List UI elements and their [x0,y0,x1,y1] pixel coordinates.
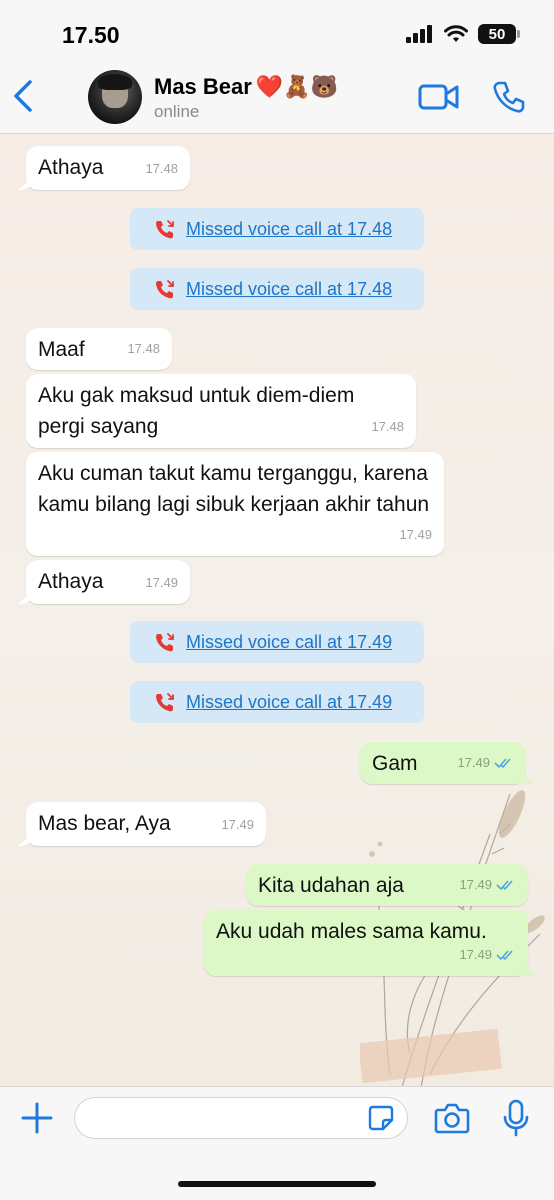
message-outgoing[interactable]: Kita udahan aja 17.49 [246,864,528,906]
back-chevron-icon [14,80,32,112]
message-incoming[interactable]: Mas bear, Aya 17.49 [26,802,266,846]
message-time: 17.49 [457,755,490,770]
message-text: Athaya [38,570,104,593]
read-ticks-icon [494,757,511,768]
read-ticks-icon [496,949,513,960]
message-time: 17.49 [399,527,432,542]
missed-call-text: Missed voice call at 17.48 [186,278,393,299]
status-icons: 50 [406,24,520,44]
message-time: 17.49 [459,947,492,962]
missed-call-text: Missed voice call at 17.48 [186,218,393,239]
video-call-icon [418,84,459,110]
missed-call-notice[interactable]: Missed voice call at 17.48 [130,208,424,250]
message-text: Aku gak maksud untuk diem-diem pergi say… [38,384,355,438]
input-bar [0,1086,554,1200]
message-time-wrapper: 17.49 [459,939,516,970]
message-incoming[interactable]: Aku cuman takut kamu terganggu, karena k… [26,452,444,556]
contact-name[interactable]: Mas Bear ❤️🧸🐻 [154,74,338,100]
microphone-icon [503,1099,529,1137]
attach-button[interactable] [20,1101,54,1135]
video-call-button[interactable] [418,82,460,112]
phone-call-icon [493,81,525,113]
avatar[interactable] [88,70,142,124]
status-bar: 17.50 50 [0,0,554,62]
sticker-button[interactable] [368,1105,394,1131]
message-incoming[interactable]: Athaya 17.49 [26,560,190,604]
message-incoming[interactable]: Maaf 17.48 [26,328,172,370]
back-button[interactable] [8,76,40,116]
home-indicator[interactable] [178,1181,376,1187]
missed-call-icon [156,220,174,239]
microphone-button[interactable] [502,1099,530,1137]
message-time: 17.48 [127,341,160,356]
message-time-wrapper: 17.49 [457,747,514,778]
message-incoming[interactable]: Aku gak maksud untuk diem-diem pergi say… [26,374,416,448]
camera-icon [434,1103,470,1134]
message-text: Maaf [38,338,85,361]
message-time: 17.48 [145,161,178,176]
message-time: 17.49 [145,575,178,590]
read-ticks-icon [496,879,513,890]
signal-icon [406,25,432,43]
message-time-wrapper: 17.49 [459,869,516,900]
message-text: Aku udah males sama kamu. [216,920,487,943]
missed-call-icon [156,280,174,299]
status-time: 17.50 [62,22,120,48]
message-time: 17.49 [459,877,492,892]
message-text: Mas bear, Aya [38,812,171,835]
contact-status: online [154,102,200,121]
message-time: 17.49 [221,817,254,832]
message-outgoing[interactable]: Gam 17.49 [360,742,526,784]
missed-call-notice[interactable]: Missed voice call at 17.49 [130,621,424,663]
plus-icon [21,1102,53,1134]
message-input[interactable] [74,1097,408,1139]
wifi-icon [444,25,468,42]
sticker-icon [368,1105,394,1131]
message-text: Aku cuman takut kamu terganggu, karena k… [38,462,430,516]
voice-call-button[interactable] [492,80,526,114]
battery-indicator: 50 [478,24,520,44]
message-time: 17.48 [371,419,404,434]
camera-button[interactable] [434,1101,470,1135]
message-incoming[interactable]: Athaya 17.48 [26,146,190,190]
contact-name-text: Mas Bear [154,74,252,99]
chat-header: Mas Bear ❤️🧸🐻 online [0,62,554,134]
missed-call-icon [156,633,174,652]
message-text: Kita udahan aja [258,874,404,897]
missed-call-icon [156,693,174,712]
missed-call-notice[interactable]: Missed voice call at 17.48 [130,268,424,310]
chat-area[interactable]: Athaya 17.48 Missed voice call at 17.48 … [0,134,554,1086]
contact-name-emoji: ❤️🧸🐻 [255,74,339,99]
message-text: Athaya [38,156,104,179]
missed-call-text: Missed voice call at 17.49 [186,631,393,652]
missed-call-notice[interactable]: Missed voice call at 17.49 [130,681,424,723]
message-text: Gam [372,752,418,775]
missed-call-text: Missed voice call at 17.49 [186,691,393,712]
message-outgoing[interactable]: Aku udah males sama kamu. 17.49 [204,910,528,976]
